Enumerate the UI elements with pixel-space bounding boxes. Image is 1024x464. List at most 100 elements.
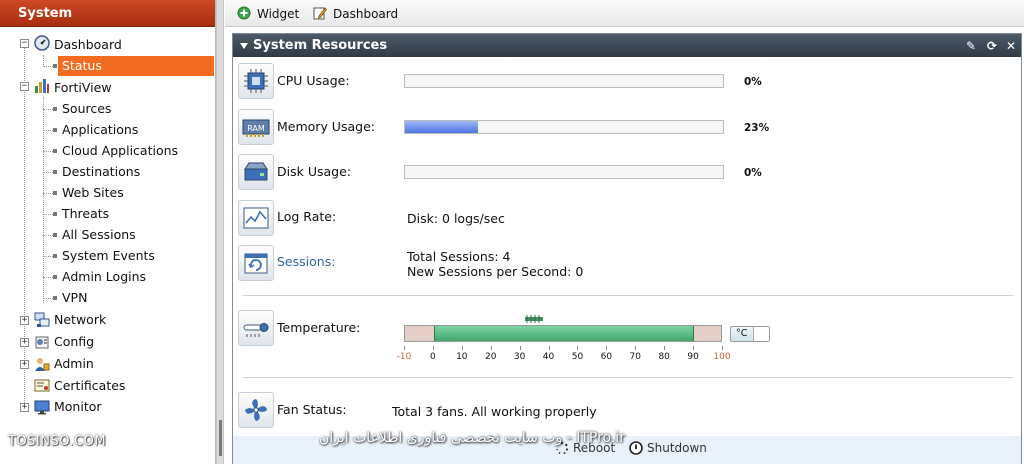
sidebar-item-sources[interactable]: Sources: [62, 99, 111, 119]
temperature-tick: [404, 346, 405, 350]
config-icon: [34, 334, 50, 350]
close-icon[interactable]: ✕: [1004, 39, 1018, 53]
temperature-label: Temperature:: [277, 320, 361, 335]
disk-usage-value: 0%: [744, 167, 762, 179]
sidebar-item-certificates[interactable]: Certificates: [54, 376, 125, 396]
sidebar-item-monitor[interactable]: Monitor: [54, 397, 102, 417]
sessions-link[interactable]: Sessions:: [277, 254, 335, 269]
widget-button[interactable]: Widget: [237, 6, 299, 22]
temperature-tick: [635, 346, 637, 350]
bullet-icon: [53, 149, 57, 153]
memory-usage-value: 23%: [744, 122, 770, 134]
separator: [243, 377, 1013, 378]
svg-text:RAM: RAM: [247, 124, 265, 133]
bullet-icon: [53, 170, 57, 174]
fan-icon: [238, 392, 274, 428]
watermark-left: TOSINSO.COM: [8, 434, 107, 449]
cpu-usage-value: 0%: [744, 76, 762, 88]
temperature-tick: [722, 346, 723, 350]
disk-usage-label: Disk Usage:: [277, 164, 351, 179]
log-rate-value: Disk: 0 logs/sec: [407, 211, 505, 226]
bullet-icon: [53, 191, 57, 195]
certificate-icon: [34, 378, 50, 394]
tree-line: [24, 43, 25, 411]
shutdown-button[interactable]: Shutdown: [629, 441, 707, 455]
sidebar-item-admin-logins[interactable]: Admin Logins: [62, 267, 146, 287]
bullet-icon: [53, 212, 57, 216]
temperature-tick-label: 70: [629, 352, 641, 362]
watermark-center: ITPro.ir - وب سایت تخصصی فناوری اطلاعات …: [319, 430, 625, 446]
sidebar-title: System: [0, 0, 215, 27]
separator: [243, 295, 1013, 296]
ram-icon: RAM: [238, 109, 274, 145]
bullet-icon: [53, 233, 57, 237]
admin-expander[interactable]: +: [20, 360, 29, 369]
monitor-expander[interactable]: +: [20, 403, 29, 412]
temperature-sensor-icon: [525, 315, 543, 323]
sidebar-item-web-sites[interactable]: Web Sites: [62, 183, 124, 203]
sidebar-item-status[interactable]: Status: [58, 56, 214, 76]
sidebar-item-admin[interactable]: Admin: [54, 354, 94, 374]
sidebar-item-threats[interactable]: Threats: [62, 204, 109, 224]
config-expander[interactable]: +: [20, 338, 29, 347]
fan-status-label: Fan Status:: [277, 402, 347, 417]
dashboard-expander[interactable]: −: [20, 39, 29, 48]
temperature-unit-toggle[interactable]: °C: [730, 326, 770, 342]
toggle-knob[interactable]: [753, 327, 769, 341]
temperature-tick: [461, 346, 463, 350]
temperature-tick-label: 100: [713, 352, 731, 362]
sidebar-item-all-sessions[interactable]: All Sessions: [62, 225, 136, 245]
widget-header: System Resources ✎ ⟳ ✕: [233, 34, 1021, 57]
sidebar-item-destinations[interactable]: Destinations: [62, 162, 140, 182]
network-icon: [34, 312, 50, 328]
temperature-tick-label: 60: [600, 352, 613, 362]
network-expander[interactable]: +: [20, 316, 29, 325]
refresh-icon[interactable]: ⟳: [985, 39, 999, 53]
temperature-tick-label: 30: [513, 352, 526, 362]
sidebar-item-cloud-applications[interactable]: Cloud Applications: [62, 141, 178, 161]
fortiview-expander[interactable]: −: [20, 82, 29, 91]
fan-status-value: Total 3 fans. All working properly: [392, 404, 597, 419]
temperature-tick-label: 50: [571, 352, 584, 362]
temperature-tick-label: 90: [687, 352, 699, 362]
power-icon: [629, 441, 645, 457]
panel-splitter[interactable]: [216, 0, 224, 464]
add-icon: [237, 6, 253, 22]
temperature-tick: [577, 346, 579, 350]
sidebar-item-network[interactable]: Network: [54, 310, 106, 330]
temperature-unit-label: °C: [736, 328, 748, 339]
temperature-tick: [519, 346, 521, 350]
sidebar-item-fortiview[interactable]: FortiView: [54, 78, 112, 98]
edit-icon[interactable]: ✎: [964, 39, 978, 53]
temperature-normal-range: [433, 326, 695, 341]
disk-icon: [238, 154, 274, 190]
dashboard-button[interactable]: Dashboard: [313, 6, 398, 22]
temperature-tick-label: 0: [430, 352, 436, 362]
temperature-tick: [432, 346, 434, 350]
cpu-usage-bar: [404, 74, 724, 88]
dashboard-label: Dashboard: [333, 7, 399, 21]
splitter-grip[interactable]: [219, 420, 222, 456]
temperature-tick-label: 20: [484, 352, 497, 362]
sidebar-item-config[interactable]: Config: [54, 332, 94, 352]
monitor-icon: [34, 399, 50, 415]
temperature-tick-label: -10: [396, 352, 412, 362]
sidebar-item-applications[interactable]: Applications: [62, 120, 138, 140]
shutdown-label: Shutdown: [647, 441, 707, 455]
memory-usage-fill: [405, 121, 479, 133]
thermometer-icon: [238, 310, 274, 346]
top-toolbar: Widget Dashboard: [225, 0, 1024, 27]
bullet-icon: [53, 254, 57, 258]
total-sessions-text: Total Sessions: 4: [407, 249, 511, 264]
temperature-tick-label: 80: [658, 352, 670, 362]
bullet-icon: [53, 275, 57, 279]
collapse-icon[interactable]: [240, 43, 248, 49]
sidebar-item-dashboard[interactable]: Dashboard: [54, 35, 122, 55]
temperature-tick-label: 10: [456, 352, 468, 362]
disk-usage-bar: [404, 165, 724, 179]
sidebar-item-vpn[interactable]: VPN: [62, 288, 87, 308]
sidebar-item-system-events[interactable]: System Events: [62, 246, 155, 266]
temperature-scale: [404, 325, 722, 342]
temperature-tick: [664, 346, 666, 350]
temperature-tick: [490, 346, 492, 350]
